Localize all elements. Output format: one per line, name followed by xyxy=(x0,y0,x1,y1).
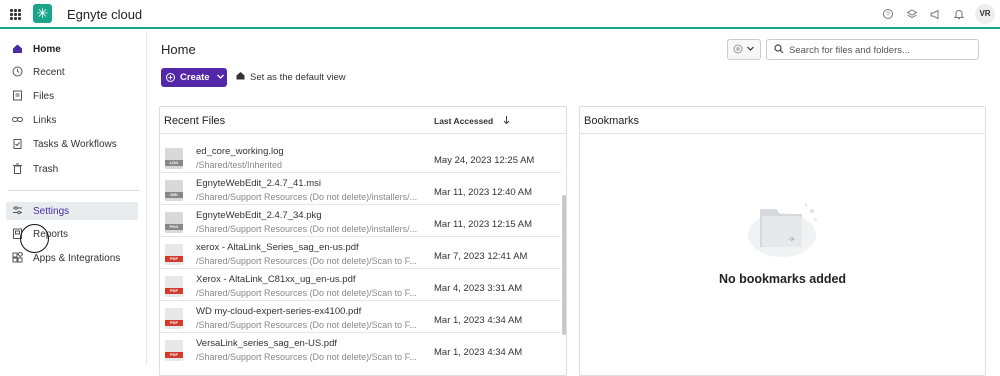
pdf-file-icon: PDF xyxy=(165,308,183,329)
table-row[interactable]: LOG ed_core_working.log /Shared/test/Inh… xyxy=(160,141,561,173)
cursor-highlight xyxy=(20,224,49,253)
file-date: Mar 4, 2023 3:31 AM xyxy=(434,283,523,294)
sidebar-item-label: Home xyxy=(33,43,61,55)
table-row[interactable]: PDF xerox - AltaLink_Series_sag_en-us.pd… xyxy=(160,237,561,269)
file-name[interactable]: WD my-cloud-expert-series-ex4100.pdf xyxy=(196,306,361,317)
help-icon[interactable]: ? xyxy=(882,8,894,20)
sidebar: Home Recent Files Links Tasks & Workflow… xyxy=(0,31,147,365)
clock-icon xyxy=(11,66,23,78)
file-date: Mar 11, 2023 12:15 AM xyxy=(434,219,533,230)
file-name[interactable]: Xerox - AltaLink_C81xx_ug_en-us.pdf xyxy=(196,274,356,285)
clipboard-icon xyxy=(11,138,23,150)
sidebar-item-tasks-workflows[interactable]: Tasks & Workflows xyxy=(6,135,138,153)
megaphone-icon[interactable] xyxy=(929,8,941,20)
chevron-down-icon xyxy=(216,72,225,83)
pdf-file-icon: PDF xyxy=(165,276,183,297)
panel-title: Recent Files xyxy=(164,115,226,127)
sidebar-item-recent[interactable]: Recent xyxy=(6,63,138,81)
file-name[interactable]: EgnyteWebEdit_2.4.7_34.pkg xyxy=(196,210,322,221)
file-name[interactable]: VersaLink_series_sag_en-US.pdf xyxy=(196,338,337,349)
sidebar-item-links[interactable]: Links xyxy=(6,111,138,129)
sidebar-item-files[interactable]: Files xyxy=(6,87,138,105)
sidebar-divider xyxy=(8,190,139,191)
home-icon xyxy=(236,71,245,83)
filter-icon xyxy=(733,44,743,56)
log-file-icon: LOG xyxy=(165,148,183,169)
file-date: Mar 7, 2023 12:41 AM xyxy=(434,251,528,262)
plus-icon: + xyxy=(166,73,175,82)
file-name[interactable]: EgnyteWebEdit_2.4.7_41.msi xyxy=(196,178,321,189)
table-row[interactable]: PDF VersaLink_series_sag_en-US.pdf /Shar… xyxy=(160,333,561,365)
file-date: Mar 11, 2023 12:40 AM xyxy=(434,187,533,198)
msi-file-icon: MSI xyxy=(165,180,183,201)
link-icon xyxy=(11,114,23,126)
bookmarks-panel: Bookmarks No bookmarks added xyxy=(579,106,986,376)
table-row[interactable]: PDF WD my-cloud-expert-series-ex4100.pdf… xyxy=(160,301,561,333)
search-input[interactable] xyxy=(789,43,974,57)
chevron-down-icon xyxy=(746,44,755,55)
default-view-label: Set as the default view xyxy=(250,71,346,83)
pdf-file-icon: PDF xyxy=(165,340,183,361)
table-row[interactable]: PKG EgnyteWebEdit_2.4.7_34.pkg /Shared/S… xyxy=(160,205,561,237)
sidebar-item-label: Apps & Integrations xyxy=(33,252,121,264)
bell-icon[interactable] xyxy=(953,8,965,20)
sidebar-item-label: Settings xyxy=(33,205,70,217)
app-title: Egnyte cloud xyxy=(67,7,143,22)
pkg-file-icon: PKG xyxy=(165,212,183,233)
home-icon xyxy=(11,43,23,55)
user-avatar[interactable]: VR xyxy=(975,4,995,24)
file-path: /Shared/Support Resources (Do not delete… xyxy=(196,192,418,202)
scrollbar[interactable] xyxy=(562,195,566,335)
file-date: Mar 1, 2023 4:34 AM xyxy=(434,347,523,358)
empty-folder-icon xyxy=(740,199,828,259)
layers-icon[interactable] xyxy=(906,8,918,20)
panel-title: Bookmarks xyxy=(584,115,640,127)
sliders-icon xyxy=(11,205,23,217)
search-icon xyxy=(774,44,784,57)
apps-icon xyxy=(11,251,23,264)
sort-down-icon[interactable] xyxy=(502,115,511,127)
create-label: Create xyxy=(180,72,210,83)
set-default-view-link[interactable]: Set as the default view xyxy=(236,71,346,83)
file-path: /Shared/Support Resources (Do not delete… xyxy=(196,320,417,330)
file-path: /Shared/Support Resources (Do not delete… xyxy=(196,352,417,362)
file-path: /Shared/test/Inherited xyxy=(196,160,283,170)
last-accessed-header[interactable]: Last Accessed xyxy=(434,116,493,126)
main-content: Home + Create Set as the default view Re… xyxy=(148,31,1000,376)
svg-text:?: ? xyxy=(886,12,890,18)
recent-files-panel: Recent Files Last Accessed LOG ed_core_w… xyxy=(159,106,567,376)
file-path: /Shared/Support Resources (Do not delete… xyxy=(196,288,417,298)
egnyte-logo[interactable]: ✳ xyxy=(33,4,52,23)
sidebar-item-settings[interactable]: Settings xyxy=(6,202,138,220)
search-box[interactable] xyxy=(766,39,979,60)
bookmarks-header: Bookmarks xyxy=(580,107,985,134)
filter-dropdown[interactable] xyxy=(727,39,761,60)
sidebar-item-label: Files xyxy=(33,90,55,102)
app-grid-icon[interactable] xyxy=(10,9,21,20)
file-icon xyxy=(11,90,23,102)
pdf-file-icon: PDF xyxy=(165,244,183,265)
sidebar-item-home[interactable]: Home xyxy=(6,40,138,58)
trash-icon xyxy=(11,163,23,175)
file-name[interactable]: xerox - AltaLink_Series_sag_en-us.pdf xyxy=(196,242,359,253)
table-row[interactable]: PDF Xerox - AltaLink_C81xx_ug_en-us.pdf … xyxy=(160,269,561,301)
recent-files-header: Recent Files Last Accessed xyxy=(160,107,566,134)
create-button[interactable]: + Create xyxy=(161,68,227,87)
sidebar-item-apps-integrations[interactable]: Apps & Integrations xyxy=(6,249,138,267)
sidebar-item-label: Trash xyxy=(33,163,59,175)
file-name[interactable]: ed_core_working.log xyxy=(196,146,284,157)
file-date: May 24, 2023 12:25 AM xyxy=(434,155,535,166)
sidebar-item-label: Links xyxy=(33,114,57,126)
file-path: /Shared/Support Resources (Do not delete… xyxy=(196,224,418,234)
sidebar-item-trash[interactable]: Trash xyxy=(6,160,138,178)
table-row[interactable]: MSI EgnyteWebEdit_2.4.7_41.msi /Shared/S… xyxy=(160,173,561,205)
sidebar-item-label: Tasks & Workflows xyxy=(33,138,117,150)
file-date: Mar 1, 2023 4:34 AM xyxy=(434,315,523,326)
empty-state-text: No bookmarks added xyxy=(718,272,847,286)
file-path: /Shared/Support Resources (Do not delete… xyxy=(196,256,417,266)
sidebar-item-label: Recent xyxy=(33,66,65,78)
page-title: Home xyxy=(161,42,196,57)
top-bar: ✳ Egnyte cloud ? VR xyxy=(0,0,1000,29)
